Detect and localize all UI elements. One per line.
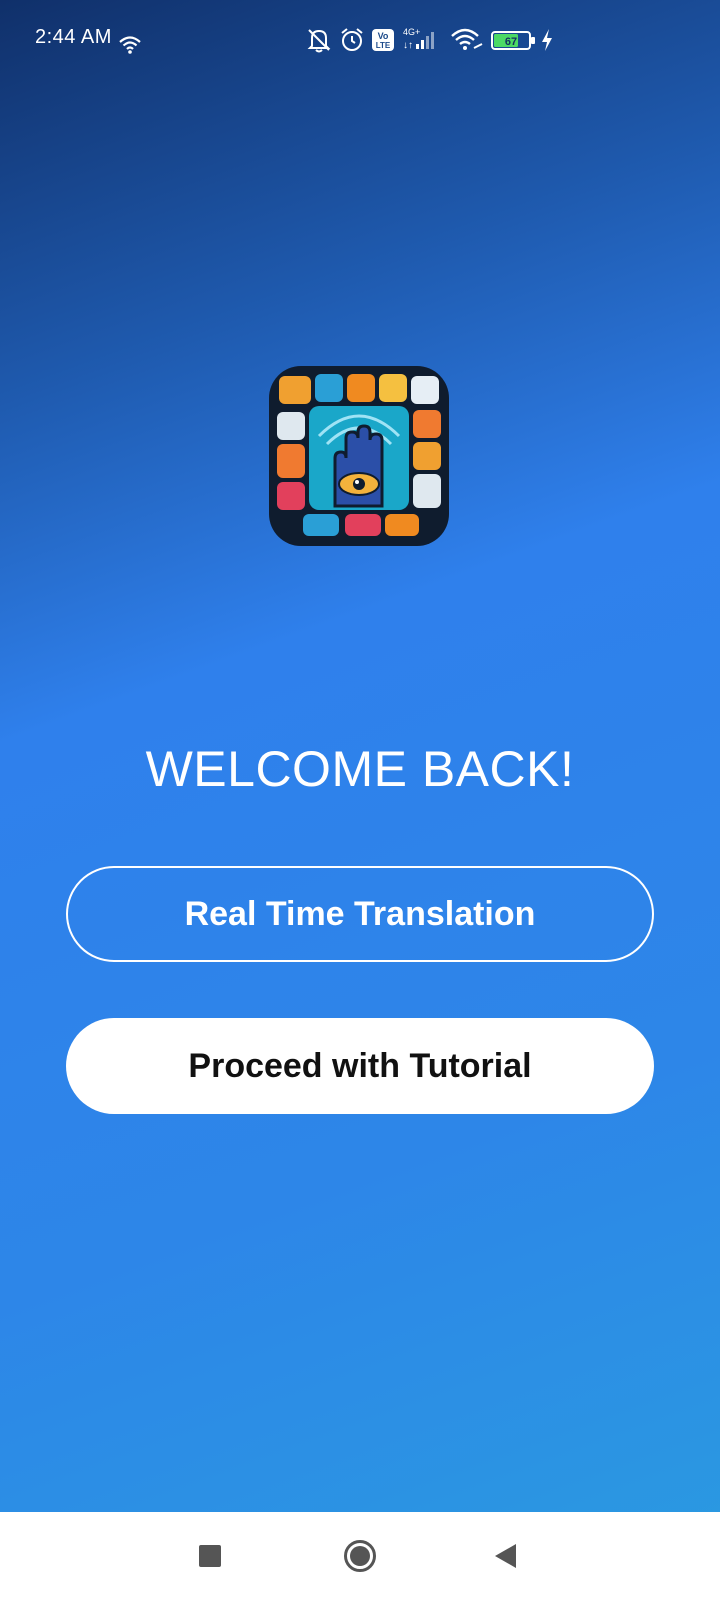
charging-icon — [542, 29, 552, 51]
proceed-with-tutorial-button[interactable]: Proceed with Tutorial — [66, 1018, 654, 1114]
svg-text:LTE: LTE — [376, 41, 391, 50]
back-button[interactable] — [466, 1512, 546, 1600]
mute-icon — [307, 29, 331, 53]
real-time-translation-label: Real Time Translation — [184, 894, 536, 933]
proceed-with-tutorial-label: Proceed with Tutorial — [188, 1046, 532, 1085]
signal-icon: 4G+ ↓↑ — [403, 27, 434, 51]
battery-icon: 67 — [491, 31, 535, 50]
welcome-heading: WELCOME BACK! — [145, 741, 575, 797]
wifi-small-icon — [119, 36, 141, 54]
volte-icon: Vo LTE — [372, 29, 394, 51]
welcome-screen: 2:44 AM Vo LTE 4G+ ↓↑ 67 WELCOME BACK! R… — [0, 0, 720, 1600]
svg-text:4G+: 4G+ — [403, 27, 420, 37]
home-icon — [344, 1540, 376, 1572]
recents-icon — [199, 1545, 221, 1567]
back-icon — [495, 1544, 516, 1568]
real-time-translation-button[interactable]: Real Time Translation — [66, 866, 654, 962]
svg-text:67: 67 — [505, 36, 517, 48]
alarm-icon — [341, 28, 363, 51]
wifi-icon — [451, 28, 483, 50]
navigation-bar — [0, 1512, 720, 1600]
status-time: 2:44 AM — [35, 26, 112, 48]
recents-button[interactable] — [170, 1512, 250, 1600]
status-bar: 2:44 AM Vo LTE 4G+ ↓↑ 67 — [0, 0, 720, 80]
app-logo-icon — [269, 366, 449, 546]
svg-text:Vo: Vo — [378, 31, 389, 41]
svg-text:↓↑: ↓↑ — [403, 40, 413, 51]
home-button[interactable] — [320, 1512, 400, 1600]
